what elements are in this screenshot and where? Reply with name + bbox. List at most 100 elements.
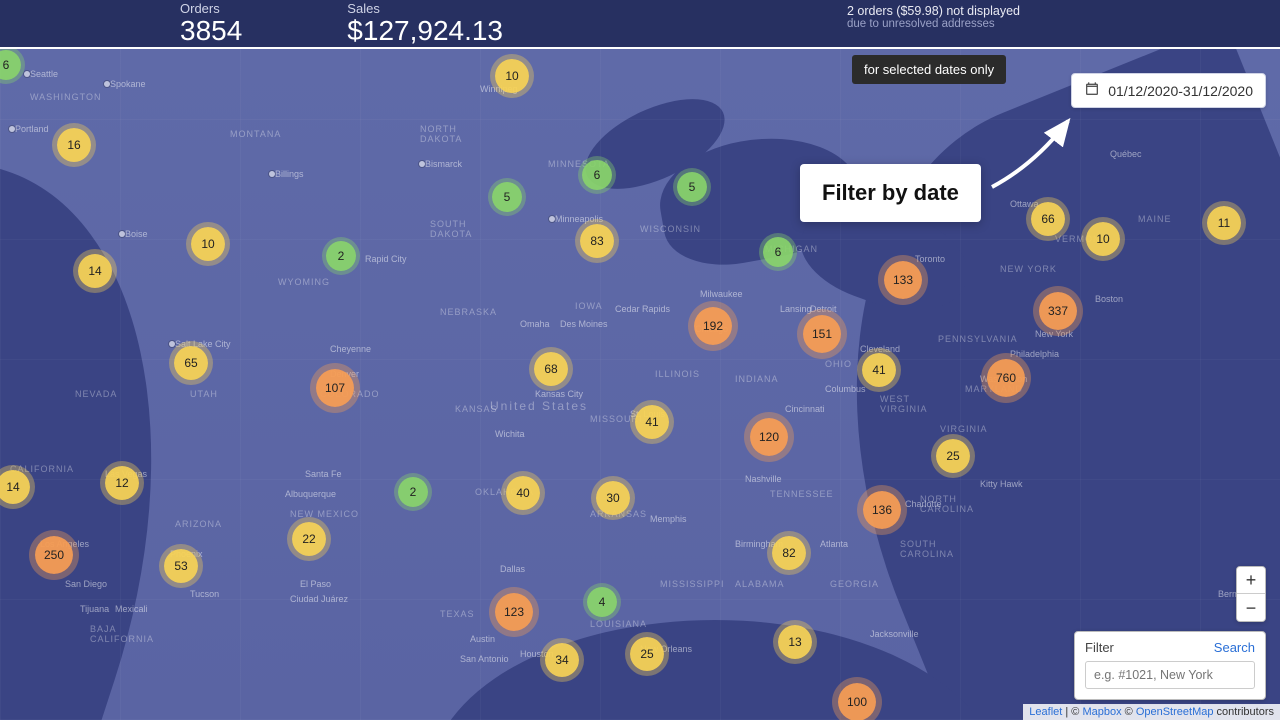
search-link[interactable]: Search (1214, 640, 1255, 655)
city-label: Boise (125, 229, 148, 239)
cluster-marker[interactable]: 66 (1031, 202, 1065, 236)
city-label: El Paso (300, 579, 331, 589)
cluster-marker[interactable]: 30 (596, 481, 630, 515)
cluster-marker[interactable]: 151 (803, 315, 841, 353)
cluster-marker[interactable]: 65 (174, 346, 208, 380)
city-dot (169, 341, 175, 347)
cluster-marker[interactable]: 68 (534, 352, 568, 386)
cluster-marker[interactable]: 34 (545, 643, 579, 677)
city-dot (24, 71, 30, 77)
cluster-marker[interactable]: 6 (763, 237, 793, 267)
cluster-marker[interactable]: 5 (492, 182, 522, 212)
cluster-marker[interactable]: 120 (750, 418, 788, 456)
zoom-in-button[interactable]: + (1237, 567, 1265, 594)
warning-line1: 2 orders ($59.98) not displayed (847, 4, 1020, 18)
mapbox-link[interactable]: Mapbox (1082, 706, 1121, 718)
city-label: Spokane (110, 79, 146, 89)
sales-metric: Sales $127,924.13 (347, 2, 503, 46)
cluster-marker[interactable]: 11 (1207, 206, 1241, 240)
city-label: Bismarck (425, 159, 462, 169)
cluster-marker[interactable]: 22 (292, 522, 326, 556)
cluster-marker[interactable]: 6 (582, 160, 612, 190)
ocean-shape (0, 128, 254, 720)
cluster-marker[interactable]: 337 (1039, 292, 1077, 330)
cluster-marker[interactable]: 192 (694, 307, 732, 345)
city-label: Milwaukee (700, 289, 743, 299)
city-label: Tucson (190, 589, 219, 599)
state-label: OHIO (825, 359, 852, 369)
city-dot (549, 216, 555, 222)
city-dot (9, 126, 15, 132)
city-label: Cedar Rapids (615, 304, 670, 314)
city-label: Billings (275, 169, 304, 179)
cluster-marker[interactable]: 4 (587, 587, 617, 617)
state-label: KANSAS (455, 404, 498, 414)
city-label: Santa Fe (305, 469, 342, 479)
city-dot (269, 171, 275, 177)
state-label: TEXAS (440, 609, 475, 619)
city-label: Rapid City (365, 254, 407, 264)
city-label: Portland (15, 124, 49, 134)
cluster-marker[interactable]: 2 (398, 477, 428, 507)
cluster-marker[interactable]: 10 (495, 59, 529, 93)
city-label: Albuquerque (285, 489, 336, 499)
cluster-marker[interactable]: 40 (506, 476, 540, 510)
city-dot (119, 231, 125, 237)
city-label: Kansas City (535, 389, 583, 399)
cluster-marker[interactable]: 14 (78, 254, 112, 288)
state-label: NORTH DAKOTA (420, 124, 462, 144)
cluster-marker[interactable]: 12 (105, 466, 139, 500)
cluster-marker[interactable]: 6 (0, 50, 21, 80)
cluster-marker[interactable]: 10 (1086, 222, 1120, 256)
city-label: Seattle (30, 69, 58, 79)
undisplayed-warning: 2 orders ($59.98) not displayed due to u… (847, 4, 1020, 30)
cluster-marker[interactable]: 53 (164, 549, 198, 583)
country-label: United States (490, 399, 588, 413)
sales-value: $127,924.13 (347, 16, 503, 46)
filter-by-date-callout: Filter by date (800, 164, 981, 222)
cluster-marker[interactable]: 107 (316, 369, 354, 407)
leaflet-link[interactable]: Leaflet (1029, 706, 1062, 718)
date-range-value: 01/12/2020-31/12/2020 (1108, 83, 1253, 99)
cluster-marker[interactable]: 25 (936, 439, 970, 473)
orders-metric: Orders 3854 (180, 2, 242, 46)
cluster-marker[interactable]: 83 (580, 224, 614, 258)
city-dot (104, 81, 110, 87)
date-range-picker[interactable]: 01/12/2020-31/12/2020 (1071, 73, 1266, 108)
orders-value: 3854 (180, 16, 242, 46)
cluster-marker[interactable]: 25 (630, 637, 664, 671)
cluster-marker[interactable]: 82 (772, 536, 806, 570)
state-label: ILLINOIS (655, 369, 700, 379)
state-label: ARIZONA (175, 519, 222, 529)
state-label: WASHINGTON (30, 92, 102, 102)
city-label: Wichita (495, 429, 525, 439)
cluster-marker[interactable]: 136 (863, 491, 901, 529)
cluster-marker[interactable]: 133 (884, 261, 922, 299)
cluster-marker[interactable]: 5 (677, 172, 707, 202)
cluster-marker[interactable]: 123 (495, 593, 533, 631)
state-label: INDIANA (735, 374, 779, 384)
date-tooltip: for selected dates only (852, 55, 1006, 84)
cluster-marker[interactable]: 250 (35, 536, 73, 574)
state-label: ALABAMA (735, 579, 785, 589)
state-label: IOWA (575, 301, 603, 311)
city-label: Omaha (520, 319, 550, 329)
cluster-marker[interactable]: 100 (838, 683, 876, 720)
cluster-marker[interactable]: 10 (191, 227, 225, 261)
zoom-out-button[interactable]: − (1237, 594, 1265, 621)
cluster-marker[interactable]: 16 (57, 128, 91, 162)
city-label: Cheyenne (330, 344, 371, 354)
cluster-marker[interactable]: 41 (635, 405, 669, 439)
cluster-marker[interactable]: 41 (862, 353, 896, 387)
search-input[interactable] (1085, 661, 1255, 689)
sales-label: Sales (347, 2, 503, 16)
cluster-marker[interactable]: 2 (326, 241, 356, 271)
cluster-marker[interactable]: 760 (987, 359, 1025, 397)
osm-link[interactable]: OpenStreetMap (1136, 706, 1214, 718)
city-label: Nashville (745, 474, 782, 484)
city-label: Lansing (780, 304, 812, 314)
map-canvas[interactable]: United States for selected dates only 01… (0, 49, 1280, 720)
state-label: NEBRASKA (440, 307, 497, 317)
cluster-marker[interactable]: 13 (778, 625, 812, 659)
warning-line2: due to unresolved addresses (847, 18, 1020, 30)
